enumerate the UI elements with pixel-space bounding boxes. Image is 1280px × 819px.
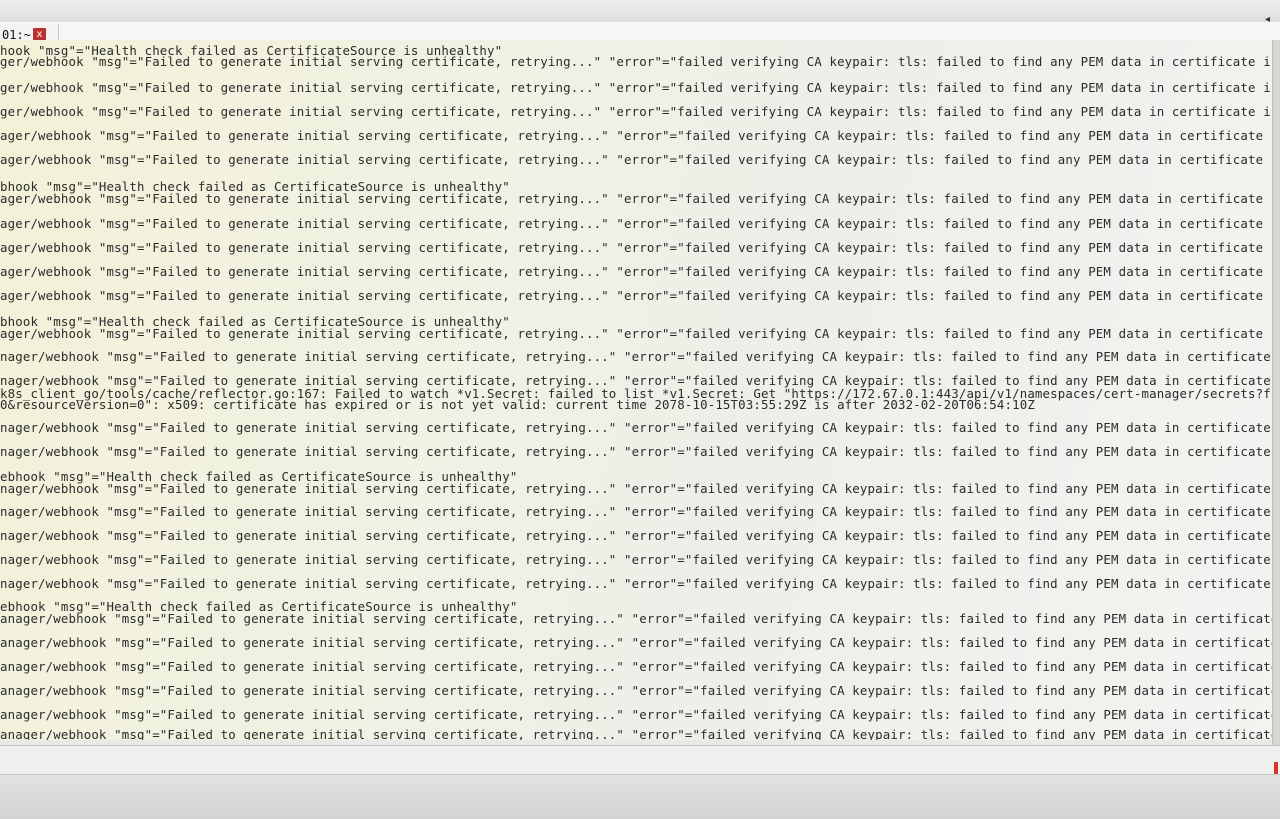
log-line: anager/webhook "msg"="Failed to generate… xyxy=(0,635,1280,650)
log-line: ager/webhook "msg"="Failed to generate i… xyxy=(0,288,1280,303)
log-line: ager/webhook "msg"="Failed to generate i… xyxy=(0,191,1280,206)
status-bar xyxy=(0,745,1280,775)
log-line: nager/webhook "msg"="Failed to generate … xyxy=(0,420,1280,435)
log-line: nager/webhook "msg"="Failed to generate … xyxy=(0,576,1280,591)
log-line: nager/webhook "msg"="Failed to generate … xyxy=(0,528,1280,543)
log-line: ager/webhook "msg"="Failed to generate i… xyxy=(0,264,1280,279)
window-bottom-frame xyxy=(0,775,1280,819)
log-line: ger/webhook "msg"="Failed to generate in… xyxy=(0,104,1280,119)
log-line: 0&resourceVersion=0": x509: certificate … xyxy=(0,397,1035,412)
log-line: ager/webhook "msg"="Failed to generate i… xyxy=(0,152,1280,167)
log-line: ager/webhook "msg"="Failed to generate i… xyxy=(0,240,1280,255)
log-line: ager/webhook "msg"="Failed to generate i… xyxy=(0,326,1280,341)
log-line: anager/webhook "msg"="Failed to generate… xyxy=(0,659,1280,674)
log-line: ger/webhook "msg"="Failed to generate in… xyxy=(0,54,1280,69)
log-line: nager/webhook "msg"="Failed to generate … xyxy=(0,349,1280,364)
window-top-bar xyxy=(0,0,1280,23)
log-line: anager/webhook "msg"="Failed to generate… xyxy=(0,683,1280,698)
log-line: nager/webhook "msg"="Failed to generate … xyxy=(0,552,1280,567)
log-line: nager/webhook "msg"="Failed to generate … xyxy=(0,504,1280,519)
log-line: ager/webhook "msg"="Failed to generate i… xyxy=(0,128,1280,143)
vertical-scrollbar[interactable] xyxy=(1272,40,1280,760)
log-line: ager/webhook "msg"="Failed to generate i… xyxy=(0,216,1280,231)
log-line: anager/webhook "msg"="Failed to generate… xyxy=(0,707,1280,722)
log-line: anager/webhook "msg"="Failed to generate… xyxy=(0,727,1280,740)
scroll-left-icon[interactable]: ◂ xyxy=(1265,14,1270,25)
log-line: nager/webhook "msg"="Failed to generate … xyxy=(0,481,1280,496)
log-line: ger/webhook "msg"="Failed to generate in… xyxy=(0,80,1280,95)
log-line: nager/webhook "msg"="Failed to generate … xyxy=(0,444,1280,459)
log-line: anager/webhook "msg"="Failed to generate… xyxy=(0,611,1280,626)
scroll-marker xyxy=(1274,762,1278,774)
terminal-output: hook "msg"="Health check failed as Certi… xyxy=(0,40,1280,740)
